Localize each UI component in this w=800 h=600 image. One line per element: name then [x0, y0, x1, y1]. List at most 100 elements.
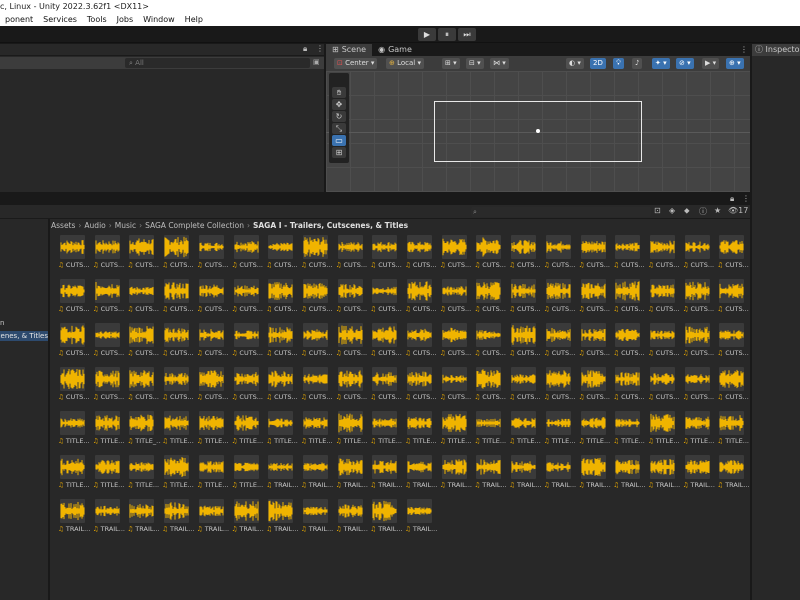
- audio-clip-asset[interactable]: ♫ CUTS...: [58, 367, 90, 409]
- audio-clip-asset[interactable]: ♫ CUTS...: [301, 323, 332, 365]
- rect-tool-icon[interactable]: ▭: [332, 135, 346, 146]
- audio-clip-asset[interactable]: ♫ CUTS...: [509, 323, 541, 365]
- audio-clip-asset[interactable]: ♫ CUTS...: [405, 279, 437, 321]
- audio-clip-asset[interactable]: ♫ CUTS...: [613, 235, 645, 277]
- audio-clip-asset[interactable]: ♫ TRAIL...: [370, 455, 403, 497]
- audio-clip-asset[interactable]: ♫ CUTS...: [544, 367, 575, 409]
- breadcrumb-music[interactable]: Music: [115, 221, 136, 230]
- audio-clip-asset[interactable]: ♫ TRAIL...: [509, 455, 541, 497]
- breadcrumb-saga-collection[interactable]: SAGA Complete Collection: [145, 221, 244, 230]
- audio-clip-asset[interactable]: ♫ CUTS...: [440, 323, 471, 365]
- audio-clip-asset[interactable]: ♫ TITLE...: [544, 411, 576, 453]
- lighting-toggle-icon[interactable]: 💡︎: [613, 58, 624, 69]
- gizmos-toggle-icon[interactable]: ⊕ ▾: [726, 58, 744, 69]
- audio-clip-asset[interactable]: ♫ CUTS...: [717, 279, 749, 321]
- audio-clip-asset[interactable]: ♫ CUTS...: [232, 367, 263, 409]
- audio-clip-asset[interactable]: ♫ CUTS...: [162, 367, 194, 409]
- play-button[interactable]: ▶: [418, 28, 436, 41]
- audio-clip-asset[interactable]: ♫ CUTS...: [579, 279, 610, 321]
- audio-clip-asset[interactable]: ♫ TRAIL...: [127, 499, 160, 541]
- info-icon[interactable]: ⓘ: [699, 206, 707, 217]
- audio-clip-asset[interactable]: ♫ TITLE...: [509, 411, 541, 453]
- audio-clip-asset[interactable]: ♫ TITLE...: [93, 455, 124, 497]
- audio-clip-asset[interactable]: ♫ TRAIL...: [613, 455, 646, 497]
- project-search-input[interactable]: ⌕: [471, 207, 651, 217]
- selected-folder[interactable]: Trailers, Cutscenes, & Titles: [0, 331, 48, 341]
- audio-clip-asset[interactable]: ♫ CUTS...: [266, 235, 298, 277]
- audio-clip-asset[interactable]: ♫ CUTS...: [58, 235, 90, 277]
- audio-clip-asset[interactable]: ♫ CUTS...: [717, 367, 749, 409]
- audio-clip-asset[interactable]: ♫ CUTS...: [266, 279, 298, 321]
- pivot-dropdown[interactable]: ⊡ Center ▾: [334, 58, 378, 69]
- audio-clip-asset[interactable]: ♫ CUTS...: [544, 323, 575, 365]
- audio-clip-asset[interactable]: ♫ CUTS...: [613, 367, 645, 409]
- tag-icon[interactable]: ⬥: [684, 206, 690, 216]
- audio-clip-asset[interactable]: ♫ TITLE...: [266, 411, 298, 453]
- audio-clip-asset[interactable]: ♫ CUTS...: [405, 235, 437, 277]
- audio-clip-asset[interactable]: ♫ TITLE...: [717, 411, 749, 453]
- audio-clip-asset[interactable]: ♫ TRAIL...: [405, 499, 437, 541]
- tab-inspector[interactable]: ⓘ Inspector: [752, 44, 800, 56]
- audio-clip-asset[interactable]: ♫ CUTS...: [405, 367, 437, 409]
- audio-clip-asset[interactable]: ♫ CUTS...: [93, 279, 124, 321]
- camera-settings-icon[interactable]: ▶ ▾: [702, 58, 720, 69]
- more-menu-icon[interactable]: ⋮: [740, 45, 748, 54]
- audio-clip-asset[interactable]: ♫ TRAIL...: [266, 455, 299, 497]
- audio-clip-asset[interactable]: ♫ TRAIL...: [58, 499, 90, 541]
- audio-clip-asset[interactable]: ♫ CUTS...: [683, 235, 714, 277]
- audio-clip-asset[interactable]: ♫ CUTS...: [405, 323, 437, 365]
- audio-clip-asset[interactable]: ♫ TRAIL...: [405, 455, 437, 497]
- tab-scene[interactable]: ⊞ Scene: [326, 44, 373, 56]
- audio-clip-asset[interactable]: ♫ TITLE...: [683, 411, 714, 453]
- lock-icon[interactable]: 🔒︎: [730, 194, 734, 204]
- audio-clip-asset[interactable]: ♫ CUTS...: [232, 235, 263, 277]
- more-menu-icon[interactable]: ⋮: [742, 194, 750, 203]
- audio-clip-asset[interactable]: ♫ CUTS...: [336, 367, 367, 409]
- scale-tool-icon[interactable]: ⤡: [332, 123, 346, 134]
- visibility-toggle-icon[interactable]: ⊘ ▾: [676, 58, 694, 69]
- audio-clip-asset[interactable]: ♫ CUTS...: [127, 367, 159, 409]
- audio-clip-asset[interactable]: ♫ CUTS...: [58, 323, 90, 365]
- favorite-star-icon[interactable]: ★: [714, 206, 721, 215]
- audio-toggle-icon[interactable]: ♪: [632, 58, 643, 69]
- audio-clip-asset[interactable]: ♫ CUTS...: [509, 367, 541, 409]
- space-dropdown[interactable]: ⊕ Local ▾: [386, 58, 425, 69]
- menu-item-component[interactable]: ponent: [0, 13, 38, 26]
- audio-clip-asset[interactable]: ♫ CUTS...: [127, 235, 159, 277]
- menu-item-help[interactable]: Help: [180, 13, 208, 26]
- audio-clip-asset[interactable]: ♫ CUTS...: [197, 367, 228, 409]
- audio-clip-asset[interactable]: ♫ CUTS...: [336, 323, 367, 365]
- hand-tool-icon[interactable]: ✋︎: [332, 87, 346, 98]
- breadcrumb-current-folder[interactable]: SAGA I - Trailers, Cutscenes, & Titles: [253, 221, 408, 230]
- audio-clip-asset[interactable]: ♫ TRAIL...: [301, 499, 333, 541]
- audio-clip-asset[interactable]: ♫ CUTS...: [127, 279, 159, 321]
- audio-clip-asset[interactable]: ♫ CUTS...: [474, 235, 506, 277]
- audio-clip-asset[interactable]: ♫ TRAIL...: [197, 499, 229, 541]
- audio-clip-asset[interactable]: ♫ CUTS...: [474, 279, 506, 321]
- menu-item-jobs[interactable]: Jobs: [112, 13, 139, 26]
- audio-clip-asset[interactable]: ♫ CUTS...: [336, 235, 367, 277]
- audio-clip-asset[interactable]: ♫ TRAIL...: [440, 455, 472, 497]
- audio-clip-asset[interactable]: ♫ CUTS...: [197, 235, 228, 277]
- audio-clip-asset[interactable]: ♫ CUTS...: [440, 279, 471, 321]
- audio-clip-asset[interactable]: ♫ CUTS...: [717, 235, 749, 277]
- audio-clip-asset[interactable]: ♫ CUTS...: [336, 279, 367, 321]
- audio-clip-asset[interactable]: ♫ TRAIL...: [717, 455, 750, 497]
- audio-clip-asset[interactable]: ♫ CUTS...: [509, 279, 541, 321]
- audio-clip-asset[interactable]: ♫ TITLE...: [301, 411, 333, 453]
- audio-clip-asset[interactable]: ♫ TITLE...: [162, 455, 194, 497]
- audio-clip-asset[interactable]: ♫ TRAIL...: [370, 499, 403, 541]
- audio-clip-asset[interactable]: ♫ CUTS...: [440, 235, 471, 277]
- audio-clip-asset[interactable]: ♫ TITLE...: [648, 411, 680, 453]
- audio-clip-asset[interactable]: ♫ TITLE...: [474, 411, 506, 453]
- move-tool-icon[interactable]: ✥: [332, 99, 346, 110]
- audio-clip-asset[interactable]: ♫ TRAIL...: [93, 499, 125, 541]
- audio-clip-asset[interactable]: ♫ CUTS...: [440, 367, 471, 409]
- audio-clip-asset[interactable]: ♫ CUTS...: [509, 235, 541, 277]
- audio-clip-asset[interactable]: ♫ CUTS...: [544, 279, 575, 321]
- search-by-type-icon[interactable]: ⊡: [654, 206, 661, 215]
- audio-clip-asset[interactable]: ♫ CUTS...: [197, 279, 228, 321]
- audio-clip-asset[interactable]: ♫ CUTS...: [93, 235, 124, 277]
- audio-clip-asset[interactable]: ♫ CUTS...: [579, 367, 610, 409]
- pause-button[interactable]: ⏸: [438, 28, 456, 41]
